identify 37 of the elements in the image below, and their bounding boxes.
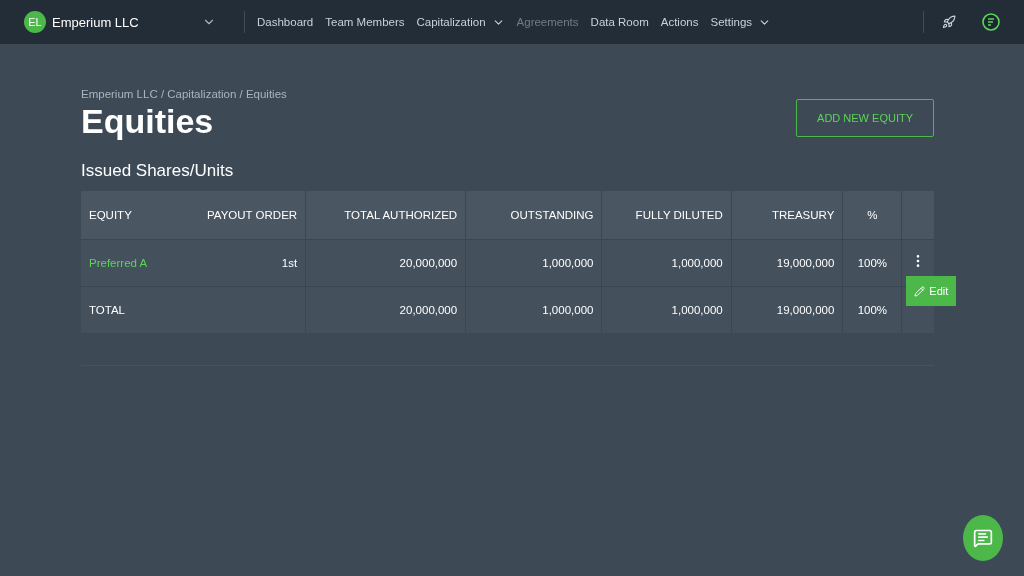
table-cell: 1st	[194, 239, 306, 287]
nav-link[interactable]: Team Members	[325, 16, 405, 28]
rocket-icon[interactable]	[942, 15, 956, 29]
column-header: FULLY DILUTED	[601, 191, 732, 240]
table-cell: 1,000,000	[601, 286, 732, 333]
equity-link[interactable]: Preferred A	[81, 239, 195, 287]
table-cell: 100%	[842, 286, 902, 333]
column-header: OUTSTANDING	[465, 191, 602, 240]
column-header: TREASURY	[731, 191, 843, 240]
nav-link[interactable]: Settings	[710, 15, 772, 29]
column-header: %	[842, 191, 902, 240]
company-name: Emperium LLC	[52, 14, 140, 30]
column-header: TOTAL AUTHORIZED	[305, 191, 466, 240]
breadcrumb: Emperium LLC / Capitalization / Equities	[81, 88, 288, 100]
nav-link[interactable]: Capitalization	[416, 15, 505, 29]
table-cell: 1,000,000	[465, 239, 602, 287]
table-cell: 19,000,000	[731, 286, 843, 333]
table-cell: 1,000,000	[601, 239, 732, 287]
add-equity-button[interactable]: ADD NEW EQUITY	[796, 99, 934, 137]
chat-icon	[973, 528, 993, 548]
nav-link[interactable]: Data Room	[590, 16, 649, 28]
column-header: EQUITY	[81, 191, 195, 240]
pencil-icon	[914, 285, 926, 297]
table-cell: 20,000,000	[305, 286, 466, 333]
table-cell: 19,000,000	[731, 239, 843, 287]
table-cell: 20,000,000	[305, 239, 466, 287]
column-header: PAYOUT ORDER	[194, 191, 306, 240]
company-avatar: EL	[24, 11, 46, 33]
nav-link[interactable]: Dashboard	[257, 16, 314, 28]
table-cell: 100%	[842, 239, 902, 287]
page-title: Equities	[81, 102, 214, 141]
nav-link[interactable]: Actions	[660, 16, 699, 28]
logo-icon[interactable]	[982, 13, 1000, 31]
section-title: Issued Shares/Units	[81, 161, 235, 181]
table-cell: 1,000,000	[465, 286, 602, 333]
table-cell: TOTAL	[81, 286, 195, 333]
chat-button[interactable]	[963, 515, 1003, 561]
